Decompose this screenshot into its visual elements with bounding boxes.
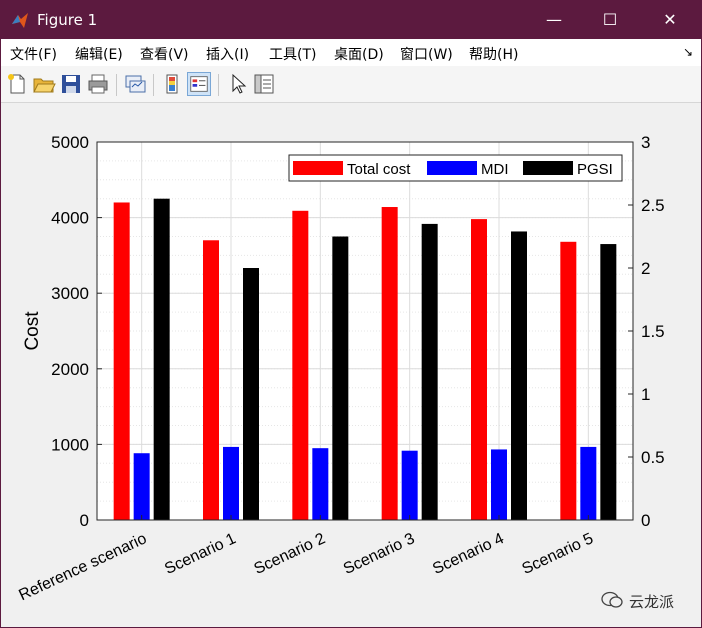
y2-tick-label: 1.5 [641, 322, 665, 341]
y-tick-label: 3000 [51, 284, 89, 303]
menu-window[interactable]: 窗口(W) [400, 44, 453, 64]
y2-tick-label: 0 [641, 511, 650, 530]
y-tick-label: 5000 [51, 133, 89, 152]
menu-edit[interactable]: 编辑(E) [75, 44, 123, 64]
y-tick-label: 2000 [51, 360, 89, 379]
y-tick-label: 4000 [51, 209, 89, 228]
legend: Total cost MDI PGSI [288, 154, 623, 182]
bar-0-0 [113, 202, 130, 520]
bar-1-2 [312, 448, 329, 520]
watermark-text: 云龙派 [629, 593, 675, 611]
toolbar-separator [153, 74, 154, 96]
legend-label: Total cost [347, 161, 411, 178]
bar-1-0 [133, 453, 150, 520]
x-tick-label: Scenario 2 [252, 530, 329, 578]
legend-label: MDI [481, 161, 509, 178]
legend-label: PGSI [577, 161, 613, 178]
bar-1-4 [491, 449, 507, 520]
legend-swatch [523, 161, 573, 175]
wechat-logo-icon [601, 591, 623, 608]
minimize-button[interactable]: — [531, 1, 577, 39]
bar-0-2 [292, 210, 309, 520]
matlab-app-icon [12, 13, 28, 28]
bar-2-4 [511, 231, 527, 520]
x-tick-label: Reference scenario [16, 530, 149, 604]
figure-window: Figure 1 — ☐ ✕ 文件(F) 编辑(E) 查看(V) 插入(I) 工… [0, 0, 702, 628]
toolbar-separator [116, 74, 117, 96]
toolbar-separator [218, 74, 219, 96]
bar-0-5 [560, 241, 577, 521]
x-tick-label: Scenario 1 [162, 530, 239, 578]
y2-tick-label: 3 [641, 133, 650, 152]
bar-0-1 [203, 240, 219, 520]
menu-insert[interactable]: 插入(I) [206, 44, 249, 64]
y2-tick-label: 2.5 [641, 196, 665, 215]
select-pointer-icon[interactable] [226, 72, 250, 96]
menu-file[interactable]: 文件(F) [10, 44, 57, 64]
y2-tick-label: 2 [641, 259, 650, 278]
y-tick-label: 1000 [51, 435, 89, 454]
window-title: Figure 1 [37, 11, 98, 29]
menu-view[interactable]: 查看(V) [140, 44, 189, 64]
title-bar: Figure 1 — ☐ ✕ [1, 1, 701, 39]
y2-tick-label: 1 [641, 385, 650, 404]
property-inspector-icon[interactable] [252, 72, 276, 96]
menu-dock-arrow-icon[interactable]: ↘ [683, 45, 693, 59]
menu-desktop[interactable]: 桌面(D) [334, 44, 384, 64]
toolbar [1, 66, 701, 103]
maximize-button[interactable]: ☐ [587, 1, 633, 39]
legend-swatch [293, 161, 343, 175]
link-plot-icon[interactable] [123, 72, 147, 96]
bar-2-1 [243, 268, 259, 520]
bar-1-3 [401, 450, 418, 520]
x-tick-label: Scenario 5 [520, 530, 597, 578]
colorbar-icon[interactable] [160, 72, 184, 96]
legend-swatch [427, 161, 477, 175]
close-button[interactable]: ✕ [647, 1, 693, 39]
watermark: 云龙派 [601, 589, 697, 613]
bar-chart: 0 1000 2000 3000 4000 5000 0 0.5 1 1.5 2 2.5 3 Refere… [16, 133, 665, 604]
bar-1-1 [223, 446, 239, 520]
new-figure-icon[interactable] [5, 72, 29, 96]
bar-2-3 [421, 223, 438, 520]
print-icon[interactable] [86, 72, 110, 96]
x-tick-label: Scenario 3 [341, 530, 418, 578]
bar-2-2 [332, 236, 349, 520]
menu-tools[interactable]: 工具(T) [269, 44, 316, 64]
x-tick-label: Scenario 4 [430, 530, 507, 578]
menu-bar: 文件(F) 编辑(E) 查看(V) 插入(I) 工具(T) 桌面(D) 窗口(W… [1, 39, 701, 66]
y2-tick-label: 0.5 [641, 448, 665, 467]
bar-0-3 [381, 207, 398, 520]
bar-0-4 [471, 219, 487, 520]
menu-help[interactable]: 帮助(H) [469, 44, 518, 64]
open-file-icon[interactable] [32, 72, 56, 96]
y-tick-label: 0 [80, 511, 89, 530]
bar-1-5 [580, 446, 597, 520]
y-axis-label: Cost [22, 311, 43, 351]
bar-2-0 [153, 198, 170, 520]
bar-2-5 [600, 244, 617, 520]
legend-icon[interactable] [187, 72, 211, 96]
figure-canvas: 0 1000 2000 3000 4000 5000 0 0.5 1 1.5 2 2.5 3 Refere… [1, 103, 701, 627]
save-icon[interactable] [59, 72, 83, 96]
